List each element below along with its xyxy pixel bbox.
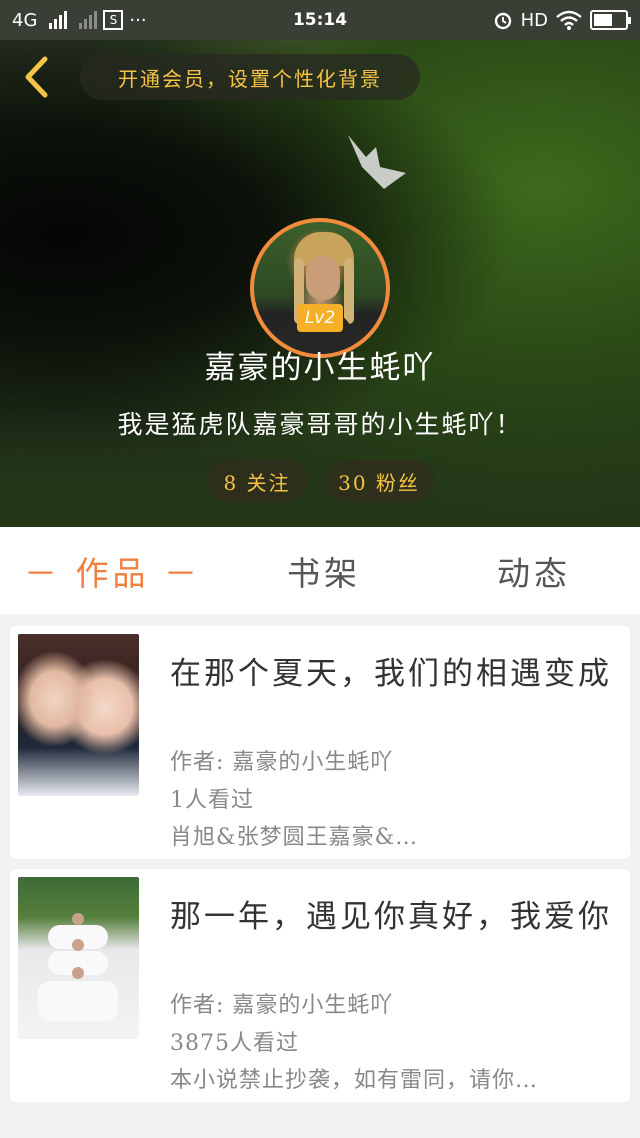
crown-icon: [348, 135, 406, 189]
work-views: 1人看过: [170, 788, 254, 813]
work-card[interactable]: 那一年，遇见你真好，我爱你 作者: 嘉豪的小生蚝吖 3875人看过 本小说禁止抄…: [10, 869, 630, 1102]
profile-tabs: － 作品 － 书架 动态: [0, 527, 640, 614]
status-bar: 4G S ··· 15:14 HD: [0, 0, 640, 40]
signal-2-icon: [79, 11, 98, 29]
wifi-icon: [556, 10, 582, 30]
cover-figure: [38, 981, 118, 1021]
hd-label: HD: [520, 9, 548, 31]
back-button[interactable]: [16, 54, 56, 100]
followers-count-button[interactable]: 30 粉丝: [324, 460, 434, 502]
vip-background-banner[interactable]: 开通会员，设置个性化背景: [80, 54, 420, 100]
work-description: 肖旭&张梦圆王嘉豪&…: [170, 825, 419, 850]
work-card[interactable]: 在那个夏天，我们的相遇变成 作者: 嘉豪的小生蚝吖 1人看过 肖旭&张梦圆王嘉豪…: [10, 626, 630, 859]
work-cover-image: [18, 634, 139, 796]
work-title: 在那个夏天，我们的相遇变成: [170, 656, 612, 692]
avatar-strap-right: [344, 258, 354, 324]
cover-figure-head: [72, 939, 84, 951]
tab-works[interactable]: － 作品 －: [24, 527, 201, 614]
status-right: HD: [493, 9, 631, 31]
following-count-button[interactable]: 8 关注: [207, 460, 307, 502]
level-badge: Lv2: [297, 304, 343, 332]
cover-figure-head: [72, 967, 84, 979]
network-type: 4G: [12, 9, 38, 31]
work-title: 那一年，遇见你真好，我爱你: [170, 899, 612, 935]
avatar-face: [306, 256, 340, 300]
tab-moments[interactable]: 动态: [497, 527, 571, 614]
battery-charging-icon: [590, 10, 631, 30]
avatar[interactable]: [250, 218, 390, 358]
signal-icon: [49, 11, 68, 29]
work-author: 作者: 嘉豪的小生蚝吖: [170, 750, 394, 775]
more-notifications: ···: [129, 9, 147, 31]
profile-header: 开通会员，设置个性化背景 Lv2 嘉豪的小生蚝吖 我是猛虎队嘉豪哥哥的小生蚝吖！…: [0, 40, 640, 527]
tab-bookshelf[interactable]: 书架: [287, 527, 361, 614]
work-views: 3875人看过: [170, 1031, 299, 1056]
work-cover-image: [18, 877, 139, 1039]
sim-icon: S: [103, 10, 124, 30]
chevron-left-icon: [25, 56, 48, 98]
work-author: 作者: 嘉豪的小生蚝吖: [170, 993, 394, 1018]
status-left: 4G S ···: [12, 10, 147, 31]
user-bio: 我是猛虎队嘉豪哥哥的小生蚝吖！: [117, 410, 523, 439]
alarm-icon: [494, 12, 511, 30]
work-description: 本小说禁止抄袭，如有雷同，请你…: [170, 1068, 539, 1093]
user-nickname: 嘉豪的小生蚝吖: [204, 350, 436, 386]
cover-figure-head: [72, 913, 84, 925]
